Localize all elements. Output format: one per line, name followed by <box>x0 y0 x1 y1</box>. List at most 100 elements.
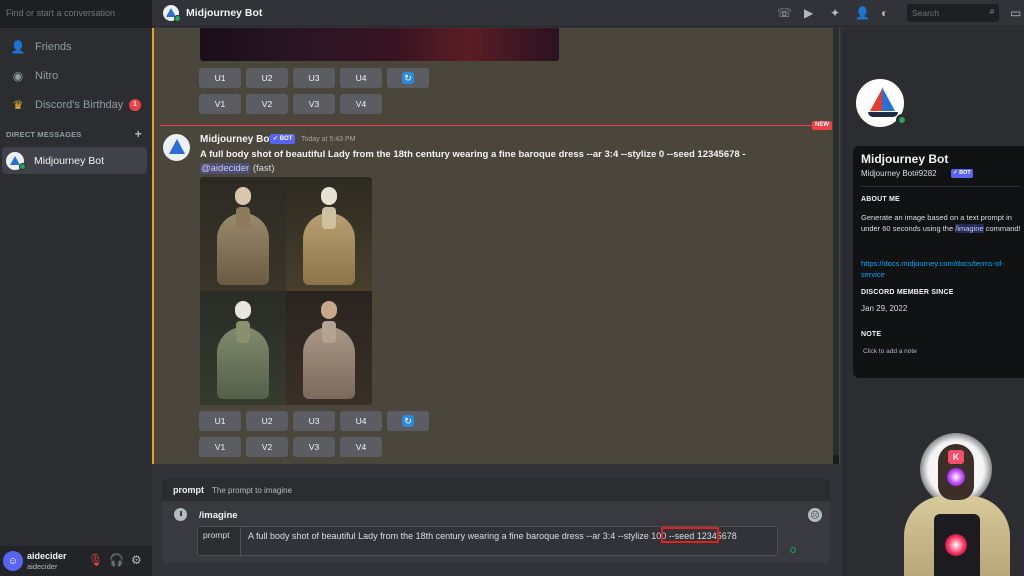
message-list: U1 U2 U3 U4 ↻ V1 V2 V3 V4 NEW Midjourney… <box>152 28 840 464</box>
user-panel: ☺ aidecider aidecider 🎙 🎧 ⚙ <box>0 546 152 576</box>
channel-header: Midjourney Bot ☏ ▶ ✦ 👤 ◐ ⌕ ▭ <box>152 0 1024 27</box>
grid-image-4[interactable] <box>286 291 372 405</box>
user-avatar[interactable]: ☺ <box>3 551 23 571</box>
upscale-3-button[interactable]: U3 <box>293 411 335 431</box>
slash-command-name: /imagine <box>199 510 238 521</box>
variation-1-button[interactable]: V1 <box>199 437 241 457</box>
inbox-icon[interactable]: ▭ <box>1010 6 1021 20</box>
bodice <box>236 207 250 229</box>
video-call-icon[interactable]: ▶ <box>804 6 813 20</box>
prompt-parameter-field[interactable]: prompt A full body shot of beautiful Lad… <box>197 526 778 556</box>
head <box>321 301 337 319</box>
head <box>235 301 251 319</box>
birthday-badge: 1 <box>129 99 141 111</box>
sail-red <box>870 89 882 111</box>
find-conversation-bar <box>0 0 152 28</box>
dm-item-label: Midjourney Bot <box>34 154 105 167</box>
boat-hull <box>868 112 898 117</box>
upscale-1-button[interactable]: U1 <box>199 411 241 431</box>
channel-title: Midjourney Bot <box>186 7 263 19</box>
dm-sidebar: 👤 Friends ◉ Nitro ♛ Discord's Birthday 1… <box>0 0 152 576</box>
option-name: prompt <box>173 485 204 495</box>
option-description: The prompt to imagine <box>212 486 293 495</box>
message-author[interactable]: Midjourney Bot <box>200 134 273 145</box>
nav-friends[interactable]: 👤 Friends <box>4 33 147 61</box>
message-author-avatar[interactable] <box>163 134 190 161</box>
glowing-eye <box>947 468 965 486</box>
friends-icon: 👤 <box>10 40 26 54</box>
previous-image-attachment[interactable] <box>200 28 559 61</box>
birthday-icon: ♛ <box>12 98 24 112</box>
user-tag: aidecider <box>27 562 58 571</box>
variation-1-button[interactable]: V1 <box>199 94 241 114</box>
profile-card: Midjourney Bot Midjourney Bot#9282 ✓ BOT… <box>853 146 1024 378</box>
upscale-3-button[interactable]: U3 <box>293 68 335 88</box>
upscale-1-button[interactable]: U1 <box>199 68 241 88</box>
add-friends-icon[interactable]: 👤 <box>855 6 870 20</box>
bodice <box>236 321 250 343</box>
head <box>235 187 251 205</box>
voice-call-icon[interactable]: ☏ <box>777 6 792 20</box>
user-profile-icon[interactable]: ◐ <box>881 6 888 20</box>
status-dot-icon <box>790 547 796 553</box>
image-grid-attachment[interactable] <box>200 177 372 405</box>
reroll-button[interactable]: ↻ <box>387 411 429 431</box>
headphones-icon[interactable]: 🎧 <box>109 553 124 567</box>
composer-area: prompt The prompt to imagine /imagine ☹ … <box>152 464 840 576</box>
add-dm-button[interactable]: + <box>135 127 142 141</box>
reroll-button[interactable]: ↻ <box>387 68 429 88</box>
nav-discord-birthday[interactable]: ♛ Discord's Birthday 1 <box>4 91 147 119</box>
member-since-date: Jan 29, 2022 <box>861 304 908 313</box>
user-name: aidecider <box>27 551 67 561</box>
dm-header-label: DIRECT MESSAGES <box>6 130 82 139</box>
search-icon: ⌕ <box>989 6 995 17</box>
member-since-header: DISCORD MEMBER SINCE <box>861 289 954 296</box>
variation-3-button[interactable]: V3 <box>293 94 335 114</box>
upscale-4-button[interactable]: U4 <box>340 68 382 88</box>
find-conversation-input[interactable] <box>2 3 146 23</box>
imagine-command-mention[interactable]: /imagine <box>955 224 984 233</box>
new-messages-divider <box>160 125 832 126</box>
terms-link[interactable]: https://docs.midjourney.com/docs/terms-o… <box>861 258 1024 280</box>
k-logo-icon: K <box>948 450 964 464</box>
search-input[interactable] <box>907 4 981 22</box>
pin-icon[interactable]: ✦ <box>830 6 840 20</box>
variation-2-button[interactable]: V2 <box>246 94 288 114</box>
variation-2-button[interactable]: V2 <box>246 437 288 457</box>
head <box>321 187 337 205</box>
mention-highlight-bar <box>152 28 154 464</box>
mute-mic-icon[interactable]: 🎙 <box>88 553 103 567</box>
user-mention[interactable]: @aidecider <box>200 163 251 174</box>
upscale-4-button[interactable]: U4 <box>340 411 382 431</box>
grid-image-2[interactable] <box>286 177 372 291</box>
grid-image-1[interactable] <box>200 177 286 291</box>
bodice <box>322 321 336 343</box>
new-messages-badge: NEW <box>812 121 832 130</box>
clock-icon <box>174 508 187 521</box>
grid-image-3[interactable] <box>200 291 286 405</box>
online-status-icon <box>896 114 908 126</box>
emoji-icon[interactable]: ☹ <box>808 508 822 522</box>
bot-badge: ✓ BOT <box>951 169 973 178</box>
about-text-end: command! <box>983 224 1021 233</box>
variation-4-button[interactable]: V4 <box>340 437 382 457</box>
variation-3-button[interactable]: V3 <box>293 437 335 457</box>
nav-birthday-label: Discord's Birthday <box>35 99 124 111</box>
nav-nitro-label: Nitro <box>35 70 59 82</box>
nav-nitro[interactable]: ◉ Nitro <box>4 62 147 90</box>
direct-messages-header: DIRECT MESSAGES + <box>6 127 142 141</box>
refresh-icon: ↻ <box>402 415 414 427</box>
about-me-text: Generate an image based on a text prompt… <box>861 212 1024 234</box>
generation-mode: (fast) <box>252 163 275 174</box>
variation-4-button[interactable]: V4 <box>340 94 382 114</box>
online-status-icon <box>174 15 181 22</box>
scrollbar-track[interactable] <box>833 28 839 464</box>
note-input[interactable]: Click to add a note <box>863 348 917 355</box>
upscale-2-button[interactable]: U2 <box>246 411 288 431</box>
upscale-2-button[interactable]: U2 <box>246 68 288 88</box>
streamer-avatar-overlay: K <box>890 430 1024 576</box>
parameter-label: prompt <box>198 527 241 555</box>
settings-gear-icon[interactable]: ⚙ <box>131 553 142 567</box>
bot-badge: ✓ BOT <box>270 134 296 144</box>
dm-item-midjourney-bot[interactable]: Midjourney Bot <box>2 147 147 174</box>
